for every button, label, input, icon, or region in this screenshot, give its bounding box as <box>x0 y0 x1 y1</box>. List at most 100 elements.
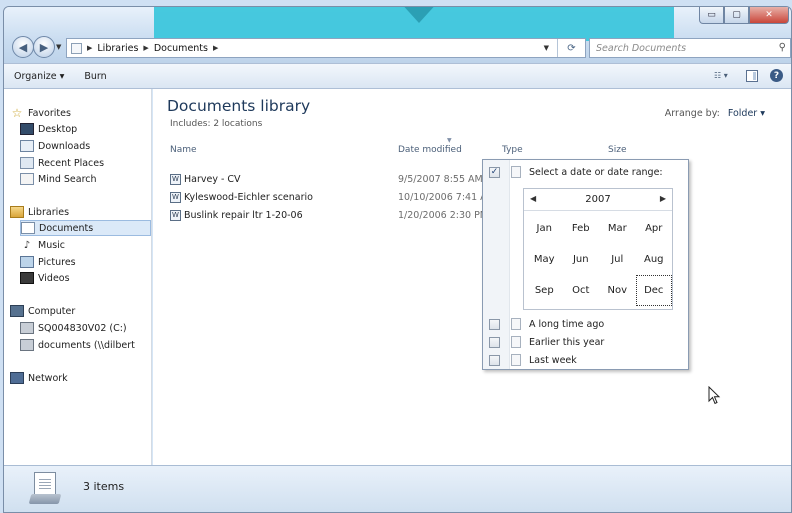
minimize-button[interactable]: ▭ <box>699 7 724 24</box>
calendar-header: ◀ 2007 ▶ <box>524 189 672 211</box>
option-label: A long time ago <box>529 318 605 330</box>
month-aug[interactable]: Aug <box>636 244 673 275</box>
network-icon <box>10 372 24 384</box>
star-icon: ☆ <box>11 106 23 120</box>
file-name: Buslink repair ltr 1-20-06 <box>184 209 303 221</box>
burn-button[interactable]: Burn <box>74 71 116 82</box>
preview-pane-icon[interactable] <box>746 69 758 82</box>
month-feb[interactable]: Feb <box>563 213 600 244</box>
search-icon[interactable]: ⚲ <box>779 42 786 53</box>
navigation-bar: ◀ ▶ ▼ ▶ Libraries ▶ Documents ▶ ▼ ⟳ Sear… <box>4 35 791 59</box>
file-name: Kyleswood-Eichler scenario <box>184 191 313 203</box>
month-calendar: ◀ 2007 ▶ Jan Feb Mar Apr May Jun Jul Aug… <box>523 188 673 310</box>
sidebar-computer[interactable]: Computer <box>10 303 75 319</box>
file-row[interactable]: W Buslink repair ltr 1-20-06 1/20/2006 2… <box>170 208 490 222</box>
hard-drive-icon <box>20 322 34 334</box>
sidebar-item-label: Favorites <box>28 107 71 119</box>
column-header-size[interactable]: Size <box>608 145 626 155</box>
sidebar-item-videos[interactable]: Videos <box>20 270 70 286</box>
sidebar-item-label: Videos <box>38 272 70 284</box>
month-mar[interactable]: Mar <box>599 213 636 244</box>
sidebar-item-network-drive[interactable]: documents (\\dilbert <box>20 337 135 353</box>
sidebar-item-documents[interactable]: Documents <box>20 220 151 236</box>
address-dropdown-icon[interactable]: ▼ <box>544 44 549 52</box>
last-week-checkbox[interactable] <box>489 354 500 366</box>
documents-icon <box>21 222 35 234</box>
forward-button[interactable]: ▶ <box>33 36 55 58</box>
previous-year-icon[interactable]: ◀ <box>530 194 536 203</box>
calendar-page-icon <box>511 318 521 330</box>
refresh-icon[interactable]: ⟳ <box>557 39 585 57</box>
sidebar-item-label: Libraries <box>28 206 70 218</box>
month-jul[interactable]: Jul <box>599 244 636 275</box>
sidebar-item-label: documents (\\dilbert <box>38 339 135 351</box>
sidebar-item-music[interactable]: ♪ Music <box>20 237 65 253</box>
organize-button[interactable]: Organize ▾ <box>4 71 74 82</box>
help-icon[interactable]: ? <box>770 69 783 82</box>
breadcrumb-separator-icon[interactable]: ▶ <box>213 44 218 52</box>
sidebar-item-label: Network <box>28 372 68 384</box>
column-header-date-modified[interactable]: Date modified <box>398 145 462 155</box>
select-date-checkbox[interactable]: ✓ <box>489 166 500 178</box>
calendar-year[interactable]: 2007 <box>585 194 610 205</box>
month-oct[interactable]: Oct <box>563 275 600 306</box>
maximize-button[interactable]: ▢ <box>724 7 749 24</box>
arrange-by-dropdown[interactable]: Folder ▾ <box>728 108 765 119</box>
column-header-name[interactable]: Name <box>170 145 197 155</box>
month-apr[interactable]: Apr <box>636 213 673 244</box>
back-button[interactable]: ◀ <box>12 36 34 58</box>
month-jan[interactable]: Jan <box>526 213 563 244</box>
change-view-icon[interactable]: ☷ ▾ <box>714 70 734 82</box>
month-may[interactable]: May <box>526 244 563 275</box>
sidebar-libraries[interactable]: Libraries <box>10 204 69 220</box>
last-week-option[interactable]: Last week <box>489 353 577 367</box>
month-dec[interactable]: Dec <box>635 275 672 306</box>
music-note-icon: ♪ <box>23 239 31 251</box>
earlier-this-year-checkbox[interactable] <box>489 336 500 348</box>
library-locations-link[interactable]: Includes: 2 locations <box>170 119 262 129</box>
long-time-ago-checkbox[interactable] <box>489 318 500 330</box>
breadcrumb-libraries[interactable]: Libraries <box>97 43 138 54</box>
date-filter-popup: ✓ Select a date or date range: ◀ 2007 ▶ … <box>482 159 689 370</box>
computer-icon <box>10 305 24 317</box>
calendar-page-icon <box>511 166 521 178</box>
recent-pages-dropdown-icon[interactable]: ▼ <box>56 43 61 51</box>
sidebar-item-desktop[interactable]: Desktop <box>20 121 77 137</box>
calendar-page-icon <box>511 336 521 348</box>
earlier-this-year-option[interactable]: Earlier this year <box>489 335 604 349</box>
folder-icon <box>71 42 82 54</box>
option-label: Earlier this year <box>529 336 605 348</box>
file-row[interactable]: W Kyleswood-Eichler scenario 10/10/2006 … <box>170 190 495 204</box>
month-nov[interactable]: Nov <box>599 275 636 306</box>
search-box[interactable]: Search Documents ⚲ <box>589 38 791 58</box>
long-time-ago-option[interactable]: A long time ago <box>489 317 604 331</box>
navigation-pane: ☆ Favorites Desktop Downloads Recent Pla… <box>4 89 152 465</box>
close-button[interactable]: ✕ <box>749 7 789 24</box>
month-sep[interactable]: Sep <box>526 275 563 306</box>
file-row[interactable]: W Harvey - CV 9/5/2007 8:55 AM <box>170 172 490 186</box>
sidebar-network[interactable]: Network <box>10 370 68 386</box>
arrange-by-label: Arrange by: <box>664 108 720 119</box>
month-jun[interactable]: Jun <box>563 244 600 275</box>
breadcrumb-documents[interactable]: Documents <box>154 43 208 54</box>
column-header-type[interactable]: Type <box>502 145 523 155</box>
breadcrumb-separator-icon[interactable]: ▶ <box>143 44 148 52</box>
forward-arrow-icon: ▶ <box>39 40 49 54</box>
sidebar-favorites[interactable]: ☆ Favorites <box>10 105 71 121</box>
library-documents-icon <box>28 472 62 506</box>
sidebar-item-mind-search[interactable]: Mind Search <box>20 171 97 187</box>
sidebar-item-local-drive[interactable]: SQ004830V02 (C:) <box>20 320 127 336</box>
sidebar-item-recent-places[interactable]: Recent Places <box>20 155 104 171</box>
breadcrumb-separator-icon[interactable]: ▶ <box>87 44 92 52</box>
next-year-icon[interactable]: ▶ <box>660 194 666 203</box>
toolbar-right-group: ☷ ▾ ? <box>714 69 783 82</box>
address-bar[interactable]: ▶ Libraries ▶ Documents ▶ ▼ ⟳ <box>66 38 586 58</box>
search-input[interactable]: Search Documents <box>596 43 686 54</box>
page-title: Documents library <box>167 97 311 115</box>
sidebar-item-downloads[interactable]: Downloads <box>20 138 90 154</box>
sidebar-item-pictures[interactable]: Pictures <box>20 254 76 270</box>
item-count: 3 items <box>83 480 125 493</box>
arrange-by-control: Arrange by: Folder ▾ <box>665 108 765 119</box>
select-date-option[interactable]: ✓ Select a date or date range: <box>489 165 663 179</box>
sidebar-item-label: Documents <box>39 222 94 234</box>
